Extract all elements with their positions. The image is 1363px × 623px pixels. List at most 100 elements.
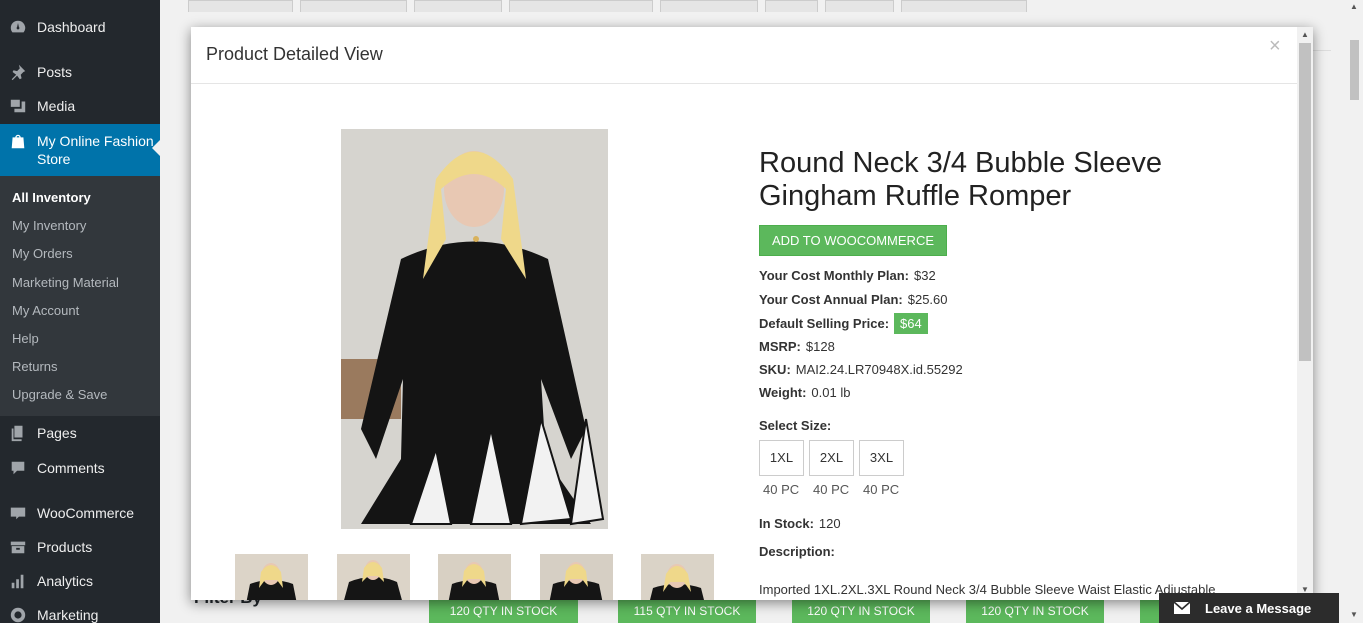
- product-title: Round Neck 3/4 Bubble Sleeve Gingham Ruf…: [759, 147, 1163, 212]
- stock-badge: 120 QTY IN STOCK: [792, 600, 930, 623]
- page-scroll-thumb[interactable]: [1350, 40, 1359, 100]
- admin-sidebar: Dashboard Posts Media My Online Fashion …: [0, 0, 160, 623]
- size-option-2xl[interactable]: 2XL: [809, 440, 854, 476]
- menu-label: Analytics: [37, 573, 94, 589]
- selling-price-row: Default Selling Price: $64: [759, 313, 928, 334]
- leave-message-widget[interactable]: Leave a Message: [1159, 593, 1339, 623]
- size-qty-2xl: 40 PC: [813, 482, 850, 497]
- menu-label: Products: [37, 539, 93, 555]
- menu-posts[interactable]: Posts: [0, 60, 160, 84]
- cost-monthly-row: Your Cost Monthly Plan: $32: [759, 268, 936, 283]
- cost-monthly-label: Your Cost Monthly Plan:: [759, 268, 909, 283]
- size-option-3xl[interactable]: 3XL: [859, 440, 904, 476]
- product-photo-illustration: [341, 129, 608, 529]
- marketing-icon: [9, 606, 27, 623]
- submenu-marketing-material[interactable]: Marketing Material: [12, 275, 119, 290]
- modal-header: Product Detailed View ×: [191, 27, 1297, 84]
- menu-products[interactable]: Products: [0, 535, 160, 559]
- menu-media[interactable]: Media: [0, 94, 160, 118]
- background-tab[interactable]: [188, 0, 293, 12]
- weight-row: Weight: 0.01 lb: [759, 385, 850, 400]
- woocommerce-icon: [9, 504, 27, 522]
- select-size-row: Select Size:: [759, 418, 836, 433]
- background-tab[interactable]: [509, 0, 653, 12]
- menu-dashboard[interactable]: Dashboard: [0, 15, 160, 39]
- in-stock-value: 120: [818, 516, 841, 531]
- store-submenu: All Inventory My Inventory My Orders Mar…: [0, 176, 160, 416]
- sku-row: SKU: MAI2.24.LR70948X.id.55292: [759, 362, 963, 377]
- selling-price-label: Default Selling Price:: [759, 316, 890, 331]
- cost-annual-label: Your Cost Annual Plan:: [759, 292, 903, 307]
- cost-annual-value: $25.60: [907, 292, 948, 307]
- description-label: Description:: [759, 544, 835, 559]
- sku-value: MAI2.24.LR70948X.id.55292: [795, 362, 963, 377]
- thumbnail-image[interactable]: [235, 554, 308, 600]
- products-icon: [9, 538, 27, 556]
- close-icon[interactable]: ×: [1269, 35, 1281, 58]
- weight-value: 0.01 lb: [811, 385, 851, 400]
- main-product-image: [341, 129, 608, 529]
- submenu-help[interactable]: Help: [12, 331, 39, 346]
- pages-icon: [9, 424, 27, 442]
- menu-marketing[interactable]: Marketing: [0, 603, 160, 623]
- stock-badge: 120 QTY IN STOCK: [429, 600, 578, 623]
- thumbnail-image[interactable]: [641, 554, 714, 600]
- scroll-up-arrow-icon[interactable]: ▲: [1301, 30, 1309, 39]
- page-scrollbar[interactable]: ▲ ▼: [1346, 0, 1363, 623]
- submenu-all-inventory[interactable]: All Inventory: [12, 190, 91, 205]
- size-option-1xl[interactable]: 1XL: [759, 440, 804, 476]
- modal-title: Product Detailed View: [206, 44, 383, 64]
- description-row: Description:: [759, 544, 840, 559]
- thumbnail-image[interactable]: [337, 554, 410, 600]
- menu-pages[interactable]: Pages: [0, 421, 160, 445]
- menu-label: Posts: [37, 64, 73, 80]
- msrp-label: MSRP:: [759, 339, 801, 354]
- background-tab[interactable]: [414, 0, 502, 12]
- submenu-my-orders[interactable]: My Orders: [12, 246, 73, 261]
- size-qty-1xl: 40 PC: [763, 482, 800, 497]
- select-size-label: Select Size:: [759, 418, 832, 433]
- envelope-icon: [1159, 602, 1205, 614]
- modal-scroll-thumb[interactable]: [1299, 43, 1311, 361]
- background-divider: [1313, 50, 1331, 51]
- in-stock-row: In Stock: 120: [759, 516, 841, 531]
- sku-label: SKU:: [759, 362, 791, 377]
- background-tab[interactable]: [300, 0, 407, 12]
- menu-label: Dashboard: [37, 19, 106, 35]
- submenu-my-inventory[interactable]: My Inventory: [12, 218, 86, 233]
- background-tab[interactable]: [660, 0, 758, 12]
- menu-comments[interactable]: Comments: [0, 456, 160, 480]
- background-tab[interactable]: [765, 0, 818, 12]
- menu-label: My Online Fashion Store: [37, 133, 154, 167]
- stock-badge: 120 QTY IN STOCK: [966, 600, 1104, 623]
- submenu-upgrade-save[interactable]: Upgrade & Save: [12, 387, 107, 402]
- menu-label: Comments: [37, 460, 105, 476]
- menu-label: WooCommerce: [37, 505, 134, 521]
- menu-woocommerce[interactable]: WooCommerce: [0, 501, 160, 525]
- analytics-icon: [9, 572, 27, 590]
- comments-icon: [9, 459, 27, 477]
- dashboard-icon: [9, 18, 27, 36]
- scroll-down-arrow-icon[interactable]: ▼: [1350, 610, 1358, 619]
- active-menu-arrow: [152, 140, 160, 156]
- menu-online-fashion-store[interactable]: My Online Fashion Store: [0, 124, 160, 176]
- thumbnail-image[interactable]: [438, 554, 511, 600]
- menu-label: Media: [37, 98, 76, 114]
- add-to-woocommerce-button[interactable]: ADD TO WOOCOMMERCE: [759, 225, 947, 256]
- scroll-up-arrow-icon[interactable]: ▲: [1350, 2, 1358, 11]
- background-tab[interactable]: [825, 0, 894, 12]
- size-qty-3xl: 40 PC: [863, 482, 900, 497]
- cost-annual-row: Your Cost Annual Plan: $25.60: [759, 292, 948, 307]
- selling-price-badge: $64: [894, 313, 928, 334]
- submenu-returns[interactable]: Returns: [12, 359, 58, 374]
- leave-message-label: Leave a Message: [1205, 600, 1312, 616]
- thumbnail-image[interactable]: [540, 554, 613, 600]
- modal-scrollbar[interactable]: ▲ ▼: [1297, 27, 1313, 600]
- pin-icon: [9, 63, 27, 81]
- submenu-my-account[interactable]: My Account: [12, 303, 79, 318]
- background-tab[interactable]: [901, 0, 1027, 12]
- menu-label: Marketing: [37, 607, 99, 623]
- msrp-row: MSRP: $128: [759, 339, 835, 354]
- product-detail-modal: Product Detailed View × Round Neck 3/4 B…: [191, 27, 1313, 600]
- menu-analytics[interactable]: Analytics: [0, 569, 160, 593]
